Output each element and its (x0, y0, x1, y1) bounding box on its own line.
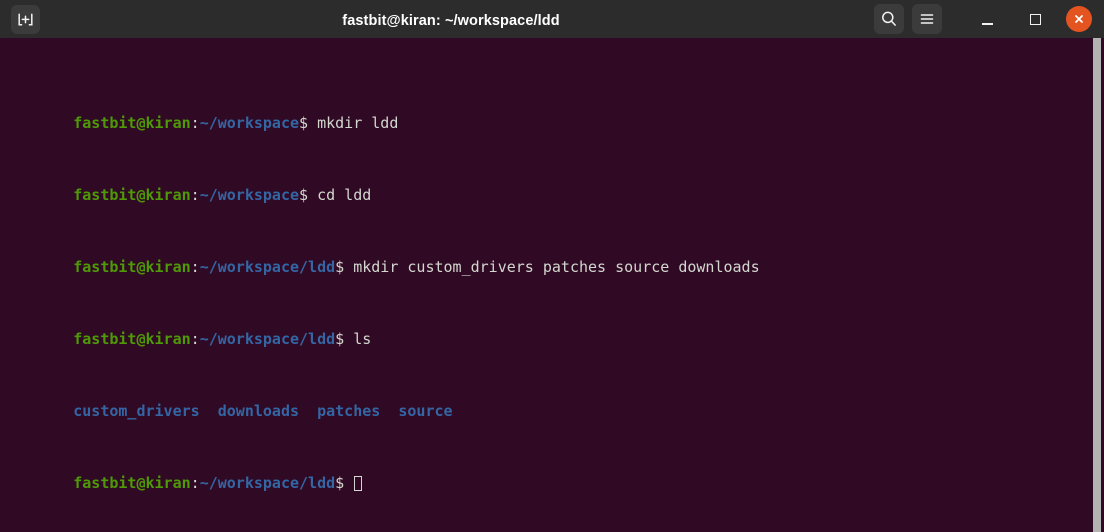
minimize-button[interactable] (972, 4, 1002, 34)
terminal-line: fastbit@kiran:~/workspace$ mkdir ldd (1, 96, 760, 132)
ls-output: custom_drivers downloads patches source (73, 402, 453, 420)
prompt-user: fastbit@kiran (73, 258, 191, 276)
terminal-line: fastbit@kiran:~/workspace/ldd$ ls (1, 312, 760, 348)
scrollbar-thumb[interactable] (1093, 38, 1101, 532)
titlebar-left-group (8, 4, 40, 34)
search-icon (882, 11, 896, 26)
window-titlebar: fastbit@kiran: ~/workspace/ldd (0, 0, 1104, 38)
maximize-icon (1029, 13, 1041, 25)
prompt-user: fastbit@kiran (73, 114, 191, 132)
titlebar-right-group (874, 4, 1098, 34)
prompt-path: ~/workspace/ldd (199, 474, 336, 492)
window-title: fastbit@kiran: ~/workspace/ldd (342, 12, 560, 29)
terminal-command: mkdir custom_drivers patches source down… (344, 258, 760, 276)
prompt-dollar: $ (335, 474, 345, 492)
terminal-command (344, 474, 353, 492)
titlebar-center-group: fastbit@kiran: ~/workspace/ldd (40, 10, 874, 29)
terminal-command: ls (344, 330, 372, 348)
terminal-body[interactable]: fastbit@kiran:~/workspace$ mkdir ldd fas… (0, 38, 1104, 532)
prompt-colon: : (190, 330, 200, 348)
prompt-path: ~/workspace (199, 114, 300, 132)
scrollbar-track[interactable] (1090, 38, 1104, 532)
terminal-output-area: fastbit@kiran:~/workspace$ mkdir ldd fas… (1, 42, 760, 528)
prompt-colon: : (190, 186, 200, 204)
minimize-icon (981, 23, 993, 25)
prompt-user: fastbit@kiran (73, 474, 191, 492)
terminal-line: custom_drivers downloads patches source (1, 384, 760, 420)
prompt-user: fastbit@kiran (73, 186, 191, 204)
prompt-colon: : (190, 474, 200, 492)
prompt-dollar: $ (299, 186, 309, 204)
terminal-command: mkdir ldd (308, 114, 399, 132)
terminal-line: fastbit@kiran:~/workspace/ldd$ mkdir cus… (1, 240, 759, 276)
close-icon (1075, 15, 1083, 23)
prompt-dollar: $ (299, 114, 309, 132)
prompt-user: fastbit@kiran (73, 330, 191, 348)
prompt-path: ~/workspace/ldd (199, 330, 336, 348)
terminal-command: cd ldd (308, 186, 372, 204)
prompt-dollar: $ (335, 330, 345, 348)
hamburger-menu-icon (920, 14, 934, 24)
prompt-path: ~/workspace/ldd (199, 258, 336, 276)
terminal-line: fastbit@kiran:~/workspace/ldd$ (1, 456, 760, 492)
new-tab-button[interactable] (11, 4, 40, 34)
terminal-window: fastbit@kiran: ~/workspace/ldd fastbit@k… (0, 0, 1104, 532)
menu-button[interactable] (912, 4, 942, 34)
prompt-dollar: $ (335, 258, 345, 276)
maximize-button[interactable] (1020, 4, 1050, 34)
prompt-path: ~/workspace (199, 186, 300, 204)
new-tab-icon (18, 12, 33, 26)
close-button[interactable] (1066, 6, 1092, 32)
search-button[interactable] (874, 4, 904, 34)
terminal-cursor (354, 476, 363, 491)
terminal-line: fastbit@kiran:~/workspace$ cd ldd (1, 168, 760, 204)
prompt-colon: : (190, 258, 200, 276)
prompt-colon: : (190, 114, 200, 132)
